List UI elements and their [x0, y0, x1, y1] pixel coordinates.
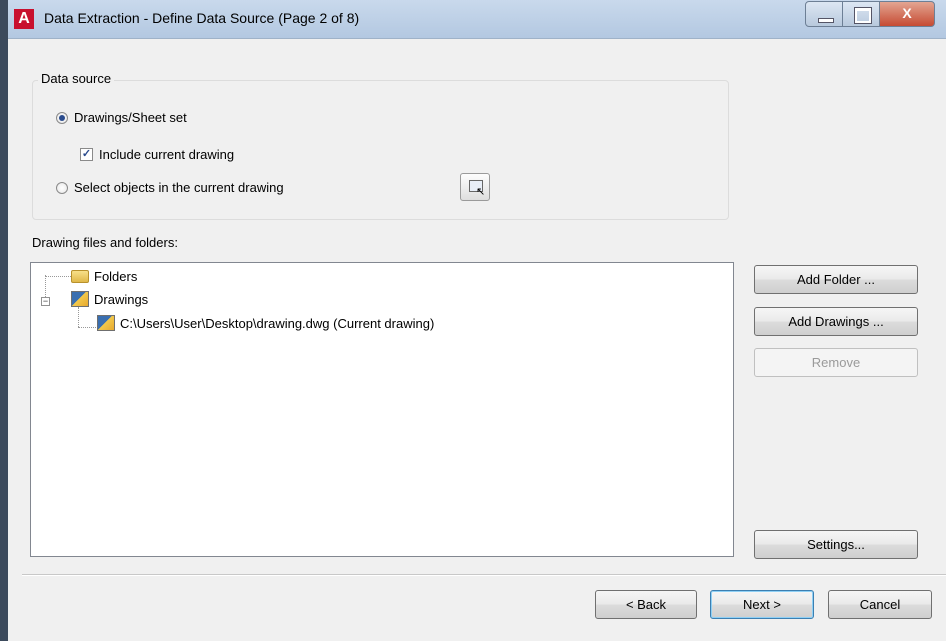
minimize-icon — [818, 18, 834, 23]
cancel-button[interactable]: Cancel — [828, 590, 932, 619]
settings-button[interactable]: Settings... — [754, 530, 918, 559]
include-current-drawing-option[interactable]: ✓ Include current drawing — [80, 147, 234, 162]
include-current-drawing-label: Include current drawing — [99, 147, 235, 162]
footer-separator — [22, 574, 946, 576]
add-folder-button[interactable]: Add Folder ... — [754, 265, 918, 294]
autocad-app-icon: A — [14, 9, 34, 29]
tree-item-drawing-file[interactable]: C:\Users\User\Desktop\drawing.dwg (Curre… — [97, 315, 434, 331]
maximize-button[interactable] — [842, 1, 880, 27]
include-current-drawing-checkbox[interactable]: ✓ — [80, 148, 93, 161]
collapse-toggle-icon[interactable]: − — [41, 297, 50, 306]
window-title: Data Extraction - Define Data Source (Pa… — [44, 10, 360, 26]
drawing-file-icon — [97, 315, 115, 331]
select-objects-radio[interactable] — [56, 181, 68, 194]
select-objects-label: Select objects in the current drawing — [74, 180, 284, 195]
tree-item-folders[interactable]: Folders — [71, 269, 137, 284]
tree-connector — [78, 307, 79, 327]
next-button[interactable]: Next > — [710, 590, 814, 619]
tree-item-drawings-label: Drawings — [94, 291, 149, 307]
tree-item-folders-label: Folders — [94, 269, 138, 284]
drawing-files-label: Drawing files and folders: — [32, 235, 178, 250]
minimize-button[interactable] — [805, 1, 843, 27]
tree-connector — [45, 276, 73, 277]
folder-icon — [71, 270, 89, 283]
close-button[interactable]: X — [879, 1, 935, 27]
tree-connector — [78, 327, 96, 328]
back-button[interactable]: < Back — [595, 590, 697, 619]
maximize-icon — [854, 7, 872, 24]
add-drawings-button[interactable]: Add Drawings ... — [754, 307, 918, 336]
tree-item-drawings[interactable]: Drawings — [71, 291, 148, 307]
drawing-files-tree[interactable]: Folders − Drawings C:\Users\User\Desktop… — [30, 262, 734, 557]
data-source-group-label: Data source — [38, 71, 115, 86]
remove-button[interactable]: Remove — [754, 348, 918, 377]
title-bar: A Data Extraction - Define Data Source (… — [8, 0, 946, 39]
drawings-sheet-set-radio[interactable] — [56, 111, 68, 124]
tree-item-drawing-file-label: C:\Users\User\Desktop\drawing.dwg (Curre… — [120, 315, 435, 331]
drawings-sheet-set-label: Drawings/Sheet set — [74, 110, 187, 125]
select-objects-pick-button[interactable] — [460, 173, 490, 201]
drawings-icon — [71, 291, 89, 307]
select-objects-cursor-icon — [469, 180, 485, 198]
select-objects-option[interactable]: Select objects in the current drawing — [56, 180, 284, 195]
dialog-window: A Data Extraction - Define Data Source (… — [8, 0, 946, 641]
drawings-sheet-set-option[interactable]: Drawings/Sheet set — [56, 110, 187, 125]
